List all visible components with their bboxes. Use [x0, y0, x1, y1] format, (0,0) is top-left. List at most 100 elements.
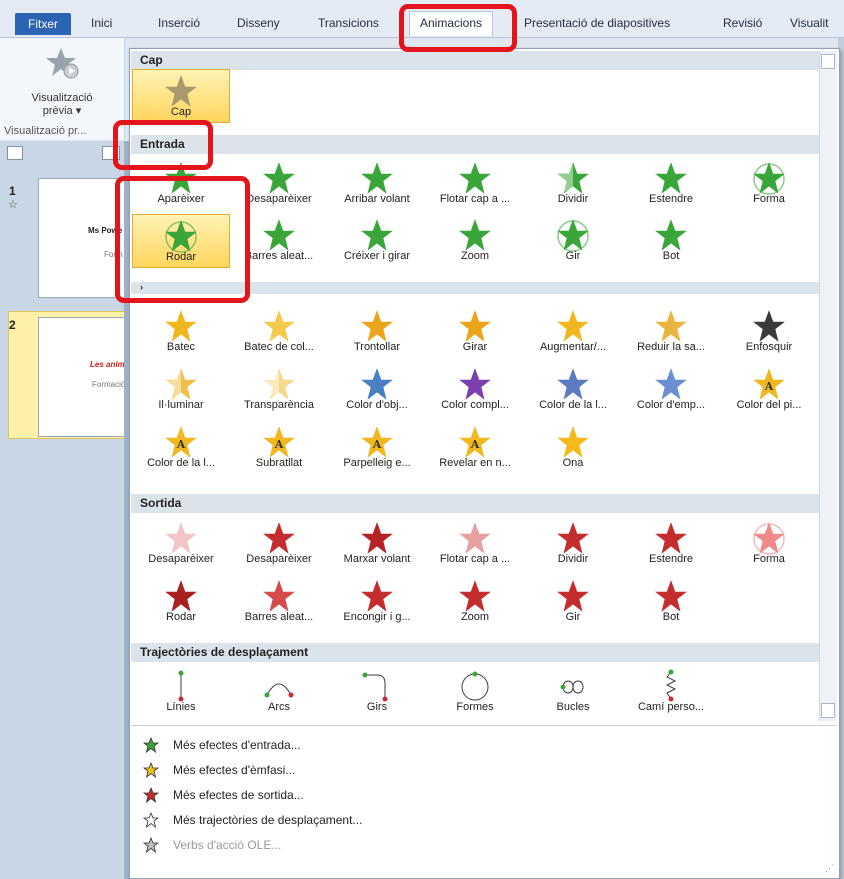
- effect-emfasi-3[interactable]: Girar: [426, 305, 524, 359]
- effect-sortida-3[interactable]: Flotar cap a ...: [426, 517, 524, 571]
- effect-entrada-1[interactable]: Desaparèixer: [230, 157, 328, 211]
- effect-sortida-5[interactable]: Estendre: [622, 517, 720, 571]
- effect-emfasi-16[interactable]: A Parpelleig e...: [328, 421, 426, 475]
- tab-disseny[interactable]: Disseny: [237, 12, 280, 34]
- effect-entrada-10[interactable]: Zoom: [426, 214, 524, 268]
- slides-tab-icon[interactable]: [7, 146, 23, 160]
- motion-path-arcs[interactable]: Arcs: [230, 665, 328, 719]
- effect-emfasi-7[interactable]: Il·luminar: [132, 363, 230, 417]
- effect-entrada-7-label: Rodar: [166, 251, 196, 263]
- tab-visualitzacio[interactable]: Visualit: [790, 12, 828, 34]
- effect-emfasi-9[interactable]: Color d'obj...: [328, 363, 426, 417]
- gallery-scrollbar[interactable]: [819, 51, 837, 721]
- effect-sortida-6-label: Forma: [753, 553, 785, 565]
- section-header-emfasi: ›: [131, 282, 819, 294]
- effect-emfasi-15[interactable]: A Subratllat: [230, 421, 328, 475]
- effect-emfasi-18[interactable]: Ona: [524, 421, 622, 475]
- tab-revisio[interactable]: Revisió: [723, 12, 762, 34]
- effect-emfasi-14-icon: A: [165, 426, 197, 458]
- motion-path-lines[interactable]: Línies: [132, 665, 230, 719]
- effect-entrada-12[interactable]: Bot: [622, 214, 720, 268]
- preview-button[interactable]: Visualització prèvia ▾: [0, 92, 124, 118]
- effect-cap[interactable]: Cap: [132, 69, 230, 123]
- effect-sortida-0-label: Desaparèixer: [148, 553, 214, 565]
- tab-inici[interactable]: Inici: [91, 12, 112, 34]
- tab-presentacio[interactable]: Presentació de diapositives: [524, 12, 670, 34]
- effect-sortida-1[interactable]: Desaparèixer: [230, 517, 328, 571]
- effect-emfasi-10[interactable]: Color compl...: [426, 363, 524, 417]
- effect-entrada-4-label: Dividir: [557, 193, 589, 205]
- effect-emfasi-0-label: Batec: [166, 341, 196, 353]
- effect-entrada-11-label: Gir: [565, 250, 581, 262]
- green-star-icon: [143, 737, 159, 753]
- motion-path-turns[interactable]: Girs: [328, 665, 426, 719]
- effect-emfasi-13[interactable]: A Color del pi...: [720, 363, 818, 417]
- effect-sortida-4[interactable]: Dividir: [524, 517, 622, 571]
- effect-entrada-2[interactable]: Arribar volant: [328, 157, 426, 211]
- effect-emfasi-5[interactable]: Reduir la sa...: [622, 305, 720, 359]
- red-star-icon: [143, 787, 159, 803]
- effect-entrada-4[interactable]: Dividir: [524, 157, 622, 211]
- slide-thumbnail-2[interactable]: [38, 317, 126, 437]
- effect-sortida-9[interactable]: Encongir i g...: [328, 575, 426, 629]
- effect-emfasi-0[interactable]: Batec: [132, 305, 230, 359]
- effect-emfasi-6[interactable]: Enfosquir: [720, 305, 818, 359]
- effect-emfasi-11[interactable]: Color de la l...: [524, 363, 622, 417]
- menu-item-label: Verbs d'acció OLE...: [173, 838, 282, 852]
- effect-sortida-6[interactable]: Forma: [720, 517, 818, 571]
- tab-animacions[interactable]: Animacions: [409, 11, 494, 36]
- effect-sortida-6-icon: [753, 522, 785, 555]
- effect-emfasi-4[interactable]: Augmentar/...: [524, 305, 622, 359]
- svg-text:A: A: [764, 380, 774, 393]
- tab-fitxer[interactable]: Fitxer: [15, 13, 71, 35]
- menu-item-label: Més trajectòries de desplaçament...: [173, 813, 363, 827]
- effect-entrada-3-icon: [459, 162, 491, 194]
- effect-sortida-12[interactable]: Bot: [622, 575, 720, 629]
- motion-path-shapes[interactable]: Formes: [426, 665, 524, 719]
- effect-entrada-0[interactable]: Aparèixer: [132, 157, 230, 211]
- slide-thumbnail-1[interactable]: [38, 178, 126, 298]
- effect-emfasi-2[interactable]: Trontollar: [328, 305, 426, 359]
- effect-emfasi-17[interactable]: A Revelar en n...: [426, 421, 524, 475]
- tab-insercio[interactable]: Inserció: [158, 12, 200, 34]
- effect-entrada-8[interactable]: Barres aleat...: [230, 214, 328, 268]
- effect-sortida-12-label: Bot: [662, 611, 680, 623]
- tab-transicions[interactable]: Transicions: [318, 12, 379, 34]
- effect-sortida-2[interactable]: Marxar volant: [328, 517, 426, 571]
- effect-emfasi-17-label: Revelar en n...: [439, 457, 511, 469]
- effect-entrada-7[interactable]: Rodar: [132, 214, 230, 268]
- motion-path-loops[interactable]: Bucles: [524, 665, 622, 719]
- menu-item-label: Més efectes d'èmfasi...: [173, 763, 296, 777]
- effect-entrada-0-label: Aparèixer: [157, 193, 205, 205]
- effect-entrada-3[interactable]: Flotar cap a ...: [426, 157, 524, 211]
- preview-star-icon[interactable]: [46, 46, 80, 80]
- effect-emfasi-12[interactable]: Color d'emp...: [622, 363, 720, 417]
- effect-sortida-10[interactable]: Zoom: [426, 575, 524, 629]
- effect-entrada-8-label: Barres aleat...: [244, 250, 314, 262]
- effect-entrada-6[interactable]: Forma: [720, 157, 818, 211]
- effect-entrada-5-label: Estendre: [648, 193, 694, 205]
- effect-emfasi-8-icon: [263, 368, 295, 400]
- effect-entrada-10-label: Zoom: [460, 250, 490, 262]
- effect-sortida-11[interactable]: Gir: [524, 575, 622, 629]
- effect-entrada-3-label: Flotar cap a ...: [439, 193, 511, 205]
- scroll-down-arrow-icon[interactable]: [821, 703, 835, 718]
- slide-number-1: 1: [9, 184, 16, 198]
- effect-sortida-7[interactable]: Rodar: [132, 575, 230, 629]
- effect-entrada-9[interactable]: Créixer i girar: [328, 214, 426, 268]
- resize-grip-icon[interactable]: ⋰: [825, 863, 834, 874]
- outline-tab-icon[interactable]: [102, 146, 120, 160]
- motion-path-custom[interactable]: Camí perso...: [622, 665, 720, 719]
- effect-sortida-0[interactable]: Desaparèixer: [132, 517, 230, 571]
- effect-emfasi-8[interactable]: Transparència: [230, 363, 328, 417]
- motion-path-turns-icon: [362, 672, 388, 702]
- scroll-up-arrow-icon[interactable]: [821, 54, 835, 69]
- effect-entrada-5[interactable]: Estendre: [622, 157, 720, 211]
- effect-emfasi-10-label: Color compl...: [441, 399, 509, 411]
- effect-sortida-8[interactable]: Barres aleat...: [230, 575, 328, 629]
- effect-emfasi-1-icon: [263, 310, 295, 342]
- effect-entrada-11[interactable]: Gir: [524, 214, 622, 268]
- effect-emfasi-1[interactable]: Batec de col...: [230, 305, 328, 359]
- effect-emfasi-14[interactable]: A Color de la l...: [132, 421, 230, 475]
- ribbon-tab-bar: Fitxer Inici Inserció Disseny Transicion…: [0, 0, 844, 38]
